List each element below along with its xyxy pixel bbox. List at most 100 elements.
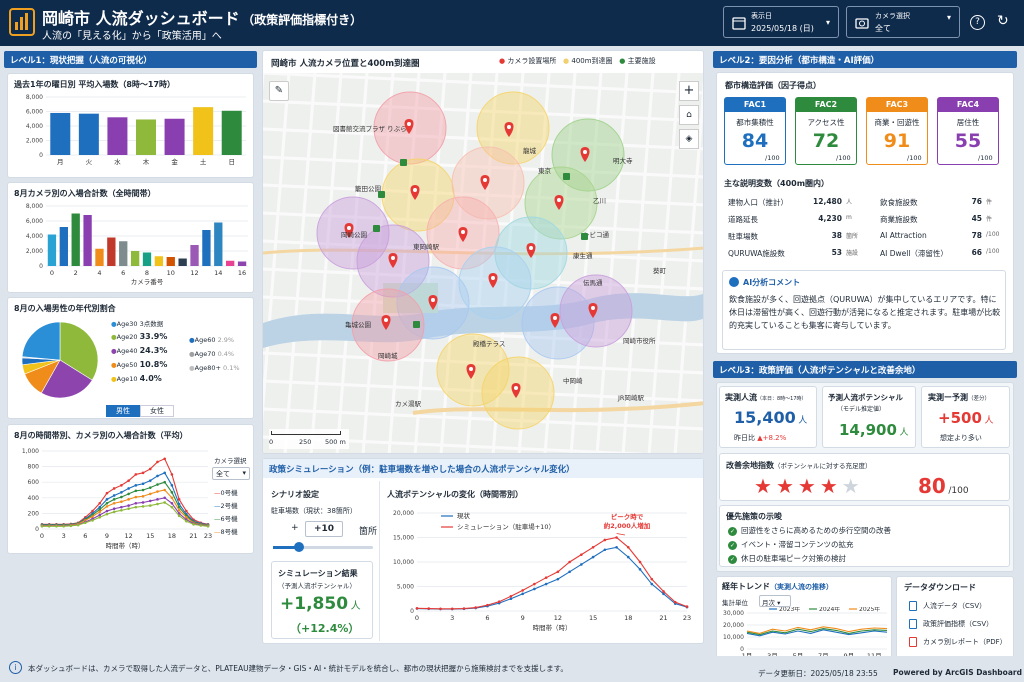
page-title: 岡崎市 人流ダッシュボード — [42, 9, 240, 28]
data-point — [603, 538, 607, 542]
x-tick-label: 木 — [143, 157, 150, 166]
slider-track[interactable] — [273, 546, 373, 549]
download-title: データダウンロード — [904, 583, 976, 592]
factor-max: /100 — [978, 154, 993, 162]
page-title-suffix: （政策評価指標付き） — [242, 13, 363, 27]
scenario-title: シナリオ設定 — [271, 490, 319, 499]
camera-selector[interactable]: カメラ選択 全て ▾ — [846, 6, 960, 38]
home-button[interactable]: ⌂ — [679, 105, 699, 125]
var-row: 商業施設数 45 件 — [880, 214, 1008, 225]
data-point — [650, 582, 654, 586]
map-scale: 0 250 500 m — [269, 429, 349, 449]
var-value: 45 — [971, 214, 982, 223]
x-tick-label: 6 — [121, 269, 125, 277]
x-tick-label: 0 — [50, 269, 54, 277]
tab-male[interactable]: 男性 — [106, 405, 140, 417]
help-icon[interactable]: ? — [970, 15, 985, 30]
data-point — [84, 521, 87, 525]
x-tick-label: 2 — [74, 269, 78, 277]
x-tick-label: 月 — [57, 158, 64, 166]
facility-icon — [563, 173, 570, 180]
map-label: 康生通 — [573, 251, 593, 260]
var-row: QURUWA施設数 53 施設 — [728, 248, 868, 259]
camera-pin-dot — [553, 316, 557, 320]
factor-max: /100 — [836, 154, 851, 162]
stepper-minus[interactable]: + — [291, 523, 299, 533]
data-point — [192, 523, 195, 526]
date-value: 2025/05/18 (日) — [751, 24, 814, 33]
age-legend-right: ●Age60 2.9% ●Age70 0.4% ●Age80+ 0.1% — [189, 336, 253, 378]
bar — [95, 248, 104, 266]
star-icon: ★ — [797, 474, 820, 498]
actual-value: 15,400 — [734, 408, 796, 427]
data-point — [462, 607, 466, 610]
map-label: 殿橋テラス — [473, 339, 505, 348]
data-point — [170, 473, 174, 476]
data-point — [120, 491, 123, 494]
data-point — [112, 510, 116, 514]
hourly-legend-label: 8号機 — [220, 528, 238, 536]
data-point — [156, 498, 159, 501]
actual-diff: +8.2% — [762, 434, 787, 442]
y-tick-label: 15,000 — [393, 535, 414, 542]
x-tick-label: 6 — [485, 614, 489, 622]
bar — [136, 119, 156, 155]
tab-female[interactable]: 女性 — [140, 405, 174, 417]
x-tick-label: 3 — [450, 614, 454, 622]
info-icon: i — [9, 661, 22, 674]
hourly-panel: 8月の時間帯別、カメラ別の入場合計数（平均） 1,000 800 600 400 200… — [7, 424, 254, 554]
gap-unit: 人 — [984, 416, 994, 426]
data-point — [127, 487, 130, 490]
trend-unit-select[interactable]: 月次 ▾ — [759, 595, 791, 607]
data-point — [662, 590, 665, 593]
var-value: 78 — [971, 231, 982, 240]
refresh-icon[interactable]: ↻ — [997, 13, 1009, 29]
x-tick-label: 18 — [168, 532, 176, 540]
data-point — [98, 510, 102, 514]
var-row: 駐車場数 38 箇所 — [728, 231, 868, 242]
data-point — [556, 577, 560, 581]
download-link[interactable]: カメラ別レポート（PDF） — [909, 637, 1007, 647]
map-label: カメ湯駅 — [395, 399, 422, 408]
var-unit: 件 — [986, 216, 993, 223]
factor-id: FAC4 — [938, 98, 998, 112]
ai-comment-text: 飲食施設が多く、回遊拠点（QURUWA）が集中しているエリアです。特に休日は滞留… — [729, 295, 1001, 330]
var-unit: /100 — [986, 231, 1000, 238]
data-point — [185, 519, 188, 523]
check-icon: ✓ — [728, 555, 737, 564]
x-tick-label: 18 — [624, 614, 632, 622]
data-point — [127, 507, 130, 511]
download-label: 政策評価指標（CSV） — [923, 620, 994, 628]
y-tick-label: 30,000 — [723, 610, 744, 617]
camera-pin-dot — [557, 198, 561, 202]
age-legend-item: ●Age30 3点数据 — [111, 318, 191, 332]
age-legend-value: 0.4% — [217, 350, 235, 358]
download-link[interactable]: 政策評価指標（CSV） — [909, 619, 993, 629]
zoom-in-button[interactable]: + — [679, 81, 699, 101]
data-point — [148, 504, 152, 507]
data-point — [112, 507, 116, 511]
draw-tool-button[interactable]: ✎ — [269, 81, 289, 101]
bar — [142, 252, 152, 266]
bar — [107, 117, 128, 155]
data-point — [105, 509, 109, 513]
y-tick-label: 2,000 — [26, 138, 43, 145]
data-point — [568, 560, 571, 564]
slider-handle[interactable] — [294, 542, 304, 552]
stepper-unit: 箇所 — [359, 527, 378, 537]
data-point — [134, 484, 138, 487]
rating-stars: ★★★★★ — [754, 474, 864, 498]
factor-max: /100 — [765, 154, 780, 162]
y-tick-label: 200 — [28, 510, 40, 517]
star-icon: ★ — [841, 474, 864, 498]
basemap-button[interactable]: ◈ — [679, 129, 699, 149]
date-selector[interactable]: 表示日 2025/05/18 (日) ▾ — [723, 6, 839, 38]
download-link[interactable]: 人流データ（CSV） — [909, 601, 986, 611]
parking-stepper[interactable]: +10 — [305, 521, 343, 537]
facility-icon: ● — [619, 57, 626, 65]
map-canvas[interactable]: 図書館交流プラザ りぶら東岡崎駅亀城公園岡崎城 岡崎公園 東京 龍城明大寺乙川 籠田公園… — [263, 73, 704, 454]
result-percent: （+12.4%） — [290, 622, 360, 635]
weekday-chart-title: 過去1年の曜日別 平均入場数（8時〜17時） — [14, 80, 176, 89]
hourly-camera-select[interactable]: 全て ▾ — [212, 467, 250, 480]
camera-pin-dot — [407, 122, 411, 126]
